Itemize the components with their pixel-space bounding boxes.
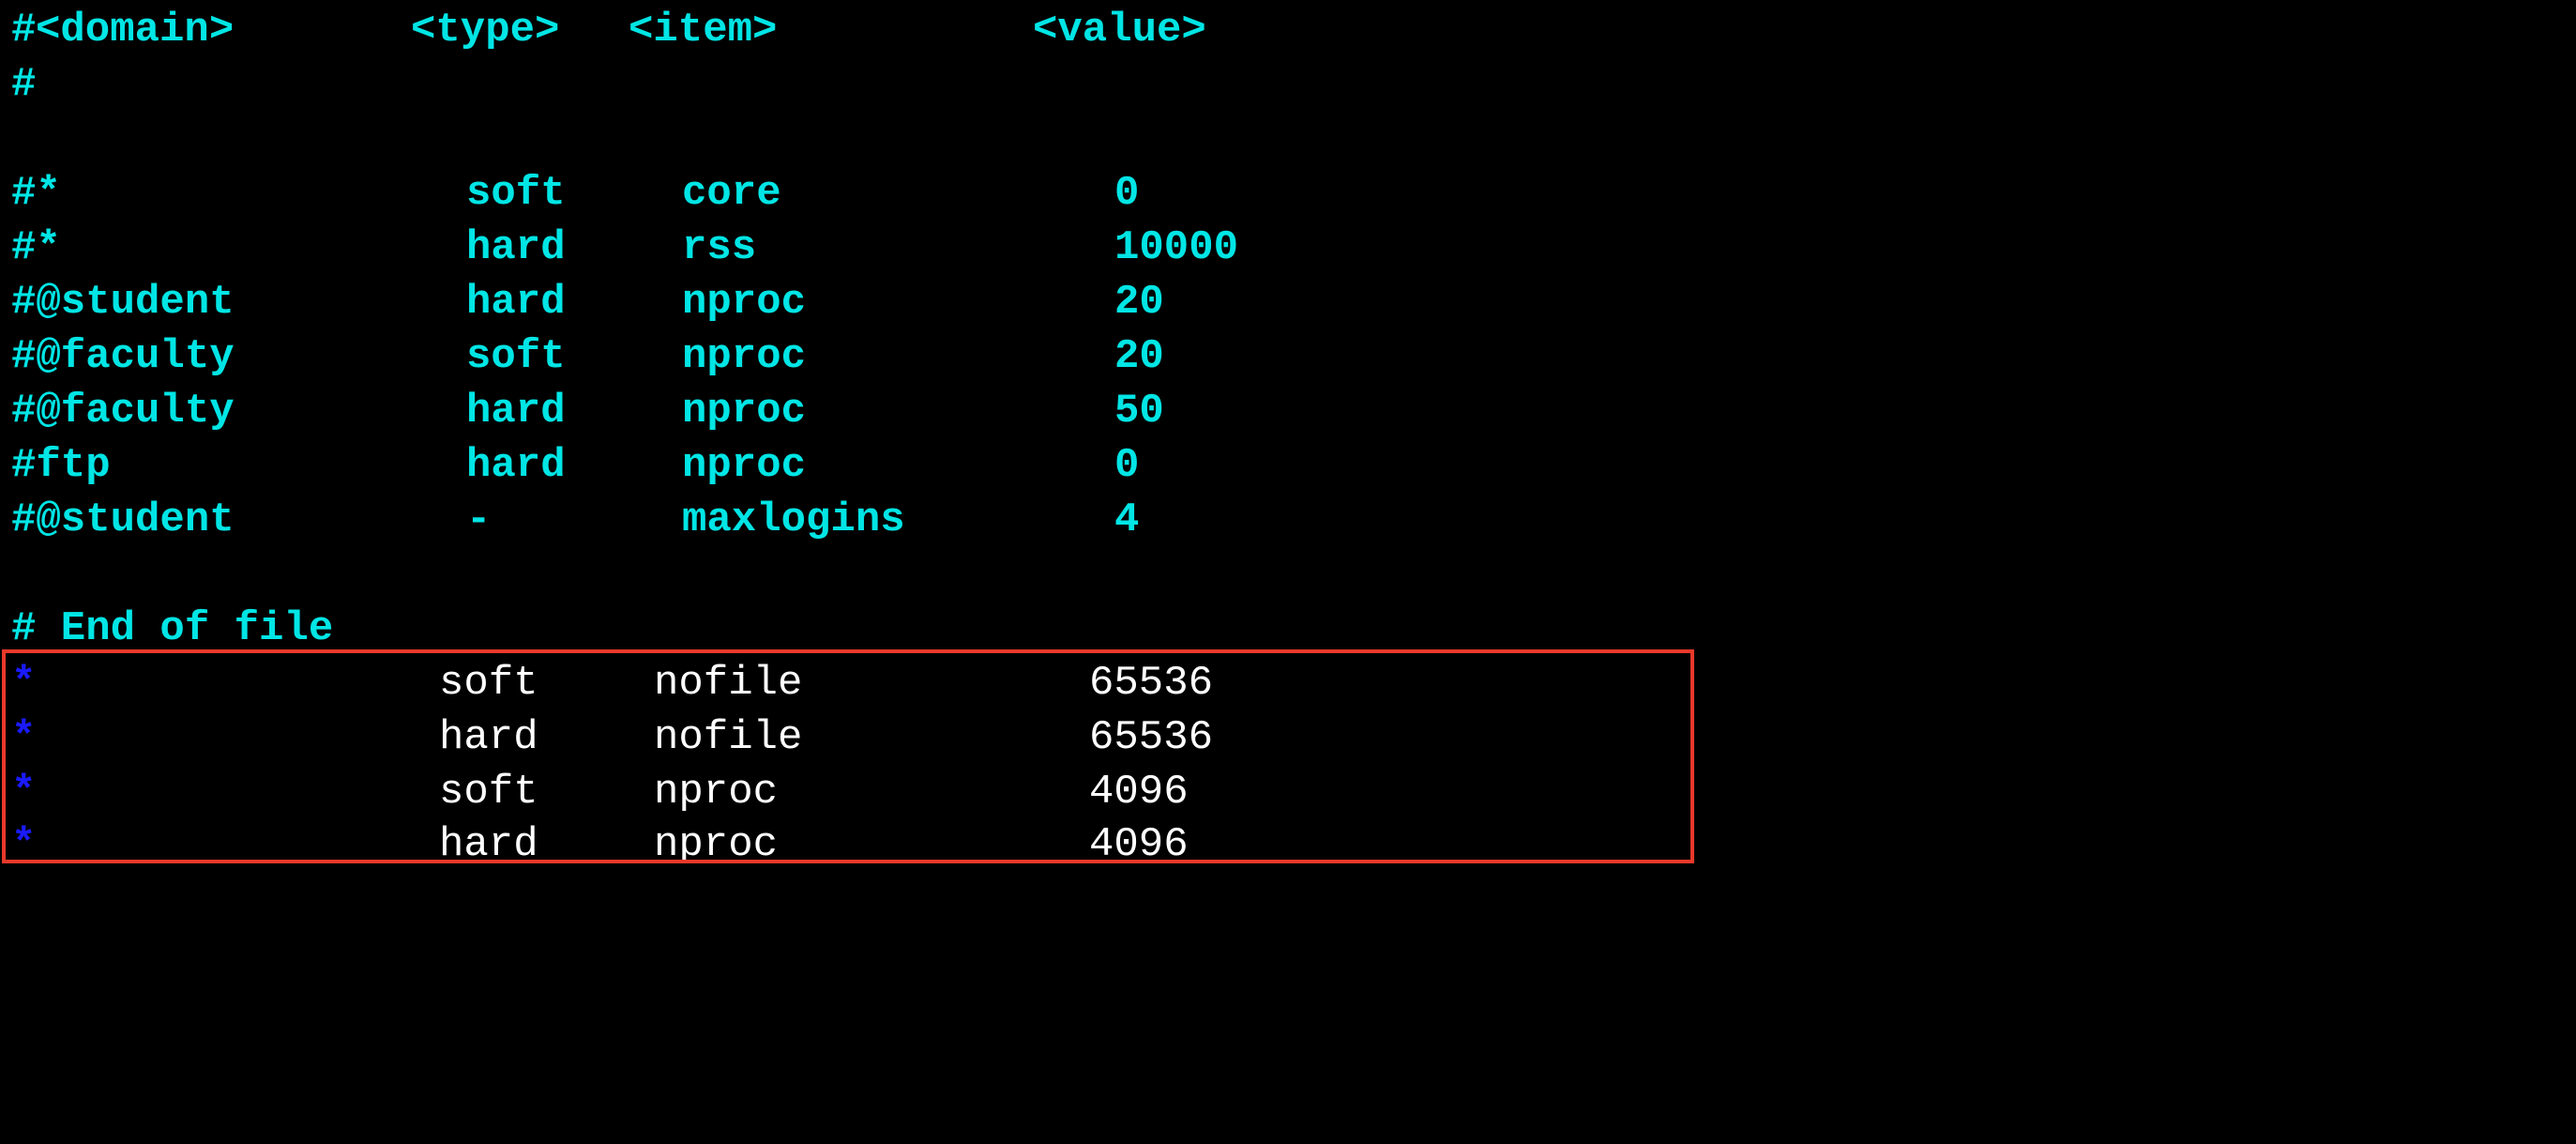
limits-header-line: # <domain> <type> <item> <value> [0,3,2576,57]
rule-type: hard [466,388,566,435]
rule-type: soft [466,333,566,380]
rule-item: nproc [682,333,807,380]
rule-value: 10000 [1114,224,1239,271]
rule-value: 50 [1114,388,1164,435]
header-value: <value> [1033,7,1206,53]
example-rule-line: #ftp hard nproc 0 [0,438,2576,493]
rule-domain: #ftp [11,442,111,489]
highlight-box [2,649,1694,863]
rule-value: 0 [1114,170,1140,217]
rule-item: nproc [682,442,807,489]
comment-hash: # [11,61,37,108]
rule-item: nproc [682,279,807,326]
terminal-window[interactable]: # <domain> <type> <item> <value> # #* so… [0,0,2576,905]
rule-type: hard [466,224,566,271]
rule-domain: #@faculty [11,388,235,435]
comment-line: # [0,57,2576,112]
rule-value: 0 [1114,442,1140,489]
header-hash: # [11,7,37,53]
rule-type: hard [466,442,566,489]
example-rule-line: #@student hard nproc 20 [0,275,2576,329]
header-item: <item> [629,7,778,53]
rule-type: - [466,496,492,543]
example-rule-line: #@student - maxlogins 4 [0,493,2576,547]
rule-type: soft [466,170,566,217]
rule-value: 20 [1114,333,1164,380]
rule-item: core [682,170,781,217]
rule-value: 20 [1114,279,1164,326]
header-type: <type> [411,7,560,53]
example-rule-line: #* soft core 0 [0,166,2576,221]
example-rule-line: #@faculty soft nproc 20 [0,329,2576,384]
rule-item: nproc [682,388,807,435]
rule-domain: #* [11,170,61,217]
rule-domain: #@student [11,279,235,326]
rule-domain: #@faculty [11,333,235,380]
example-rule-line: #* hard rss 10000 [0,221,2576,275]
rule-domain: #@student [11,496,235,543]
header-domain: <domain> [36,7,235,53]
end-of-file-comment: # End of file [11,605,334,652]
example-rule-line: #@faculty hard nproc 50 [0,384,2576,438]
rule-domain: #* [11,224,61,271]
end-of-file-line: # End of file [0,602,2576,656]
rule-item: rss [682,224,757,271]
rule-type: hard [466,279,566,326]
rule-item: maxlogins [682,496,905,543]
rule-value: 4 [1114,496,1140,543]
